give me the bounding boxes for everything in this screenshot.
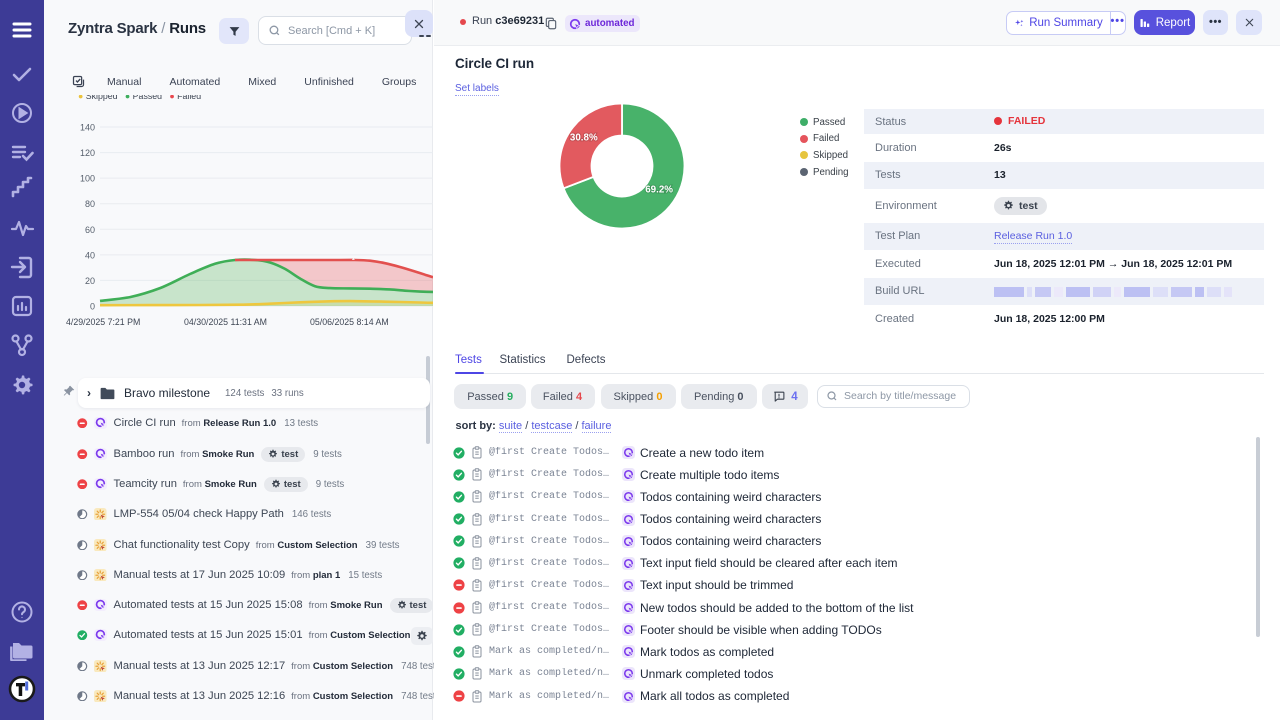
svg-text:140: 140 (80, 123, 95, 133)
svg-text:80: 80 (85, 199, 95, 209)
svg-text:40: 40 (85, 250, 95, 260)
svg-text:60: 60 (85, 225, 95, 235)
svg-text:30.8%: 30.8% (570, 132, 598, 143)
svg-text:0: 0 (90, 302, 95, 312)
svg-text:69.2%: 69.2% (645, 185, 673, 196)
svg-text:4/29/2025 7:21 PM: 4/29/2025 7:21 PM (66, 317, 140, 327)
svg-text:05/06/2025 8:14 AM: 05/06/2025 8:14 AM (310, 317, 389, 327)
svg-text:04/30/2025 11:31 AM: 04/30/2025 11:31 AM (184, 317, 267, 327)
svg-text:20: 20 (85, 276, 95, 286)
svg-text:120: 120 (80, 148, 95, 158)
svg-text:100: 100 (80, 174, 95, 184)
